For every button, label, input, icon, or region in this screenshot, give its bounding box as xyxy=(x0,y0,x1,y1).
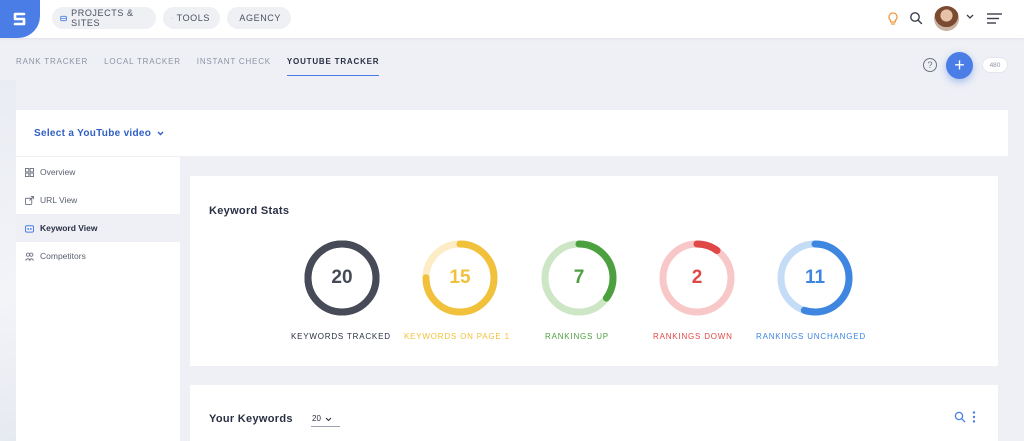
keyword-stats-card: Keyword Stats 20 KEYWORDS TRACKED 15 KEY… xyxy=(190,176,998,366)
logo-icon xyxy=(13,12,26,26)
tools-icon xyxy=(171,17,173,19)
sidebar-item-label: URL View xyxy=(40,195,78,205)
app-logo[interactable] xyxy=(0,0,40,38)
avatar[interactable] xyxy=(934,6,959,31)
gauge-rankings-down: 2 xyxy=(657,238,737,318)
link-icon xyxy=(25,195,34,205)
tab-local-tracker[interactable]: LOCAL TRACKER xyxy=(104,57,181,76)
sidebar-item-label: Overview xyxy=(40,167,76,177)
gauge-keywords-on-page-1: 15 xyxy=(420,238,500,318)
your-keywords-card: Your Keywords 20 xyxy=(190,385,998,441)
nav-agency[interactable]: AGENCY xyxy=(227,7,291,29)
add-button[interactable]: + xyxy=(946,52,973,79)
page-size-select[interactable]: 20 xyxy=(311,414,340,427)
more-vertical-icon[interactable] xyxy=(972,411,976,423)
sidebar-item-competitors[interactable]: Competitors xyxy=(16,242,180,270)
your-keywords-title: Your Keywords xyxy=(209,413,293,425)
video-select-label: Select a YouTube video xyxy=(34,128,152,139)
users-icon xyxy=(25,252,34,261)
nav-agency-label: AGENCY xyxy=(239,13,281,23)
gauge-value: 2 xyxy=(691,267,703,288)
chevron-down-icon xyxy=(157,131,164,136)
projects-icon xyxy=(60,15,67,21)
credits-count-badge: 480 xyxy=(982,57,1008,73)
video-select-dropdown[interactable]: Select a YouTube video xyxy=(34,128,164,139)
gauge-rankings-unchanged: 11 xyxy=(775,238,855,318)
gauge-value: 15 xyxy=(449,267,471,288)
help-icon: ? xyxy=(927,60,933,70)
gauge-label: RANKINGS DOWN xyxy=(653,332,733,341)
sidebar-item-label: Competitors xyxy=(40,251,86,261)
nav-tools-label: TOOLS xyxy=(176,13,210,23)
sidebar-item-label: Keyword View xyxy=(40,223,98,233)
keyword-stats-title: Keyword Stats xyxy=(209,205,290,217)
gauge-value: 11 xyxy=(804,267,826,288)
tab-rank-tracker[interactable]: RANK TRACKER xyxy=(16,57,88,76)
sidebar-item-keyword-view[interactable]: Keyword View xyxy=(16,214,180,242)
gauge-keywords-tracked: 20 xyxy=(302,238,382,318)
gauge-rankings-up: 7 xyxy=(539,238,619,318)
video-select-card: Select a YouTube video xyxy=(16,110,1008,156)
sidebar-item-overview[interactable]: Overview xyxy=(16,158,180,186)
gauge-label: KEYWORDS ON PAGE 1 xyxy=(404,332,510,341)
search-icon[interactable] xyxy=(954,411,966,423)
nav-projects-label: PROJECTS & SITES xyxy=(71,8,134,28)
sidebar: Overview URL View Keyword View Competito… xyxy=(16,157,180,441)
tab-youtube-tracker[interactable]: YOUTUBE TRACKER xyxy=(286,57,380,76)
keyword-icon xyxy=(25,224,34,233)
help-button[interactable]: ? xyxy=(923,58,937,72)
gauge-label: RANKINGS UNCHANGED xyxy=(756,332,866,341)
plus-icon: + xyxy=(954,55,965,75)
top-bar: PROJECTS & SITES TOOLS AGENCY xyxy=(0,0,1024,38)
page-size-value: 20 xyxy=(312,414,321,423)
chevron-down-icon xyxy=(325,417,332,422)
nav-tools[interactable]: TOOLS xyxy=(163,7,220,29)
bulb-icon[interactable] xyxy=(886,11,900,27)
gauge-label: KEYWORDS TRACKED xyxy=(291,332,391,341)
gauge-label: RANKINGS UP xyxy=(545,332,609,341)
nav-projects-sites[interactable]: PROJECTS & SITES xyxy=(52,7,156,29)
sidebar-item-url-view[interactable]: URL View xyxy=(16,186,180,214)
tracker-tabs: RANK TRACKER LOCAL TRACKER INSTANT CHECK… xyxy=(16,57,395,76)
grid-icon xyxy=(25,167,34,177)
search-icon[interactable] xyxy=(909,11,923,25)
gauge-value: 20 xyxy=(331,267,353,288)
gauge-value: 7 xyxy=(573,267,585,288)
tab-instant-check[interactable]: INSTANT CHECK xyxy=(197,57,271,76)
menu-icon[interactable] xyxy=(987,13,1002,24)
background-decoration xyxy=(0,80,16,441)
chevron-down-icon[interactable] xyxy=(966,14,974,20)
